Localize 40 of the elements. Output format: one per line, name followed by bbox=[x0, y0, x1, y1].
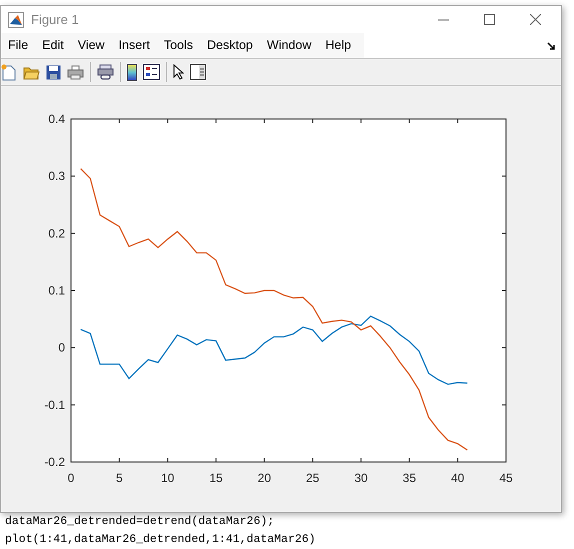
window-title: Figure 1 bbox=[31, 10, 79, 29]
x-tick-label: 45 bbox=[499, 471, 513, 485]
x-tick-label: 0 bbox=[68, 471, 74, 485]
close-icon[interactable] bbox=[530, 14, 541, 25]
linked-print-icon[interactable] bbox=[97, 64, 114, 80]
y-tick-label: 0.1 bbox=[48, 284, 65, 298]
y-tick-label: 0.4 bbox=[48, 112, 65, 126]
menu-item[interactable]: Insert bbox=[112, 36, 157, 55]
menu-item[interactable]: Desktop bbox=[200, 36, 260, 55]
app-icon bbox=[8, 12, 24, 28]
property-panel-icon[interactable] bbox=[190, 64, 206, 80]
pointer-icon[interactable] bbox=[173, 64, 184, 80]
folder-icon[interactable] bbox=[23, 64, 40, 80]
menu-item[interactable]: Tools bbox=[156, 36, 200, 55]
x-tick-label: 30 bbox=[354, 471, 368, 485]
menu-item[interactable]: Help bbox=[318, 36, 358, 55]
y-tick-label: 0 bbox=[58, 340, 65, 355]
x-tick-label: 5 bbox=[116, 471, 123, 485]
menu-item[interactable]: Window bbox=[260, 36, 318, 55]
x-tick-label: 25 bbox=[306, 471, 320, 485]
menu-item[interactable]: Edit bbox=[35, 36, 71, 55]
x-tick-label: 40 bbox=[450, 471, 464, 485]
menu-item[interactable]: View bbox=[70, 36, 112, 55]
y-tick-label: 0.3 bbox=[48, 169, 65, 184]
x-tick-label: 35 bbox=[402, 471, 416, 485]
y-tick-label: 0.2 bbox=[48, 226, 65, 240]
dock-arrow-icon[interactable] bbox=[547, 42, 555, 50]
legend-icon[interactable] bbox=[143, 64, 160, 80]
code-line: plot(1:41,dataMar26_detrended,1:41,dataMar26) bbox=[5, 532, 316, 548]
y-tick-label: -0.1 bbox=[44, 398, 65, 412]
new-file-icon[interactable] bbox=[1, 64, 17, 80]
code-line: dataMar26_detrended=detrend(dataMar26); bbox=[5, 514, 276, 530]
colorbar-icon[interactable] bbox=[127, 64, 137, 80]
menu-item[interactable]: File bbox=[1, 36, 36, 55]
x-tick-label: 20 bbox=[258, 471, 272, 485]
x-tick-label: 15 bbox=[209, 471, 223, 485]
printer-icon[interactable] bbox=[67, 64, 84, 80]
maximize-icon[interactable] bbox=[484, 14, 495, 25]
x-tick-label: 10 bbox=[160, 471, 174, 485]
y-tick-label: -0.2 bbox=[44, 455, 65, 469]
